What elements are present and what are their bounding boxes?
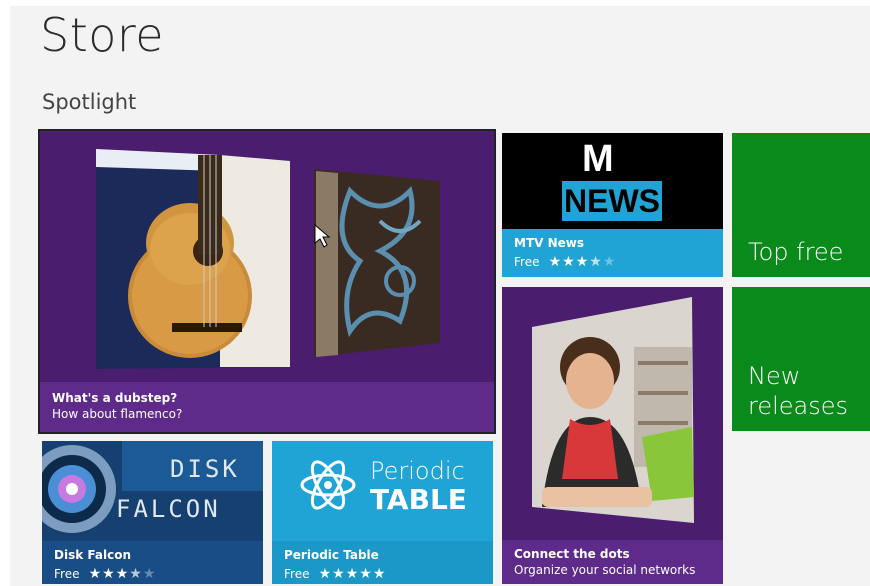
star-icon: ★ <box>142 566 157 582</box>
tile-spotlight-dubstep[interactable]: What's a dubstep? How about flamenco? <box>38 129 496 434</box>
mtv-title: MTV News <box>514 236 585 250</box>
star-icon: ★ <box>102 566 116 582</box>
star-icon: ★ <box>602 254 617 270</box>
disk-falcon-star-rating: ★★★★★ <box>89 566 157 582</box>
connect-subtitle: Organize your social networks <box>514 563 696 577</box>
mtv-star-rating: ★★★★★ <box>549 254 617 270</box>
section-heading-spotlight: Spotlight <box>42 90 137 114</box>
disk-falcon-title: Disk Falcon <box>54 548 131 562</box>
star-icon: ★ <box>115 566 130 582</box>
mtv-caption: MTV News Free ★★★★★ <box>502 229 723 277</box>
disk-falcon-logo-line1: DISK <box>170 455 240 483</box>
periodic-logo-line1: Periodic <box>370 457 465 485</box>
spotlight-subtitle: How about flamenco? <box>52 407 183 421</box>
periodic-star-rating: ★★★★★ <box>319 566 387 582</box>
star-icon: ★ <box>562 254 576 270</box>
periodic-logo-line2: TABLE <box>370 483 467 516</box>
star-icon: ★ <box>88 566 103 582</box>
mtv-price: Free <box>514 255 540 269</box>
disk-falcon-logo-line2: FALCON <box>116 495 221 523</box>
tile-connect-the-dots[interactable]: Connect the dots Organize your social ne… <box>502 287 723 584</box>
mtv-logo-news-text: NEWS <box>562 181 662 221</box>
connect-caption: Connect the dots Organize your social ne… <box>502 540 723 584</box>
connect-title: Connect the dots <box>514 547 630 561</box>
top-free-label: Top free <box>748 238 844 266</box>
star-icon: ★ <box>332 566 346 582</box>
star-icon: ★ <box>345 566 360 582</box>
top-edge <box>0 0 870 6</box>
new-releases-label-line2: releases <box>748 392 849 420</box>
star-icon: ★ <box>589 254 603 270</box>
mtv-news-logo: M NEWS <box>562 139 664 225</box>
periodic-rating: Free ★★★★★ <box>284 563 481 582</box>
star-icon: ★ <box>129 566 143 582</box>
periodic-price: Free <box>284 567 310 581</box>
mtv-logo-mark: M <box>582 138 614 180</box>
spotlight-title: What's a dubstep? <box>52 391 178 405</box>
guitar-collage-image <box>96 149 440 369</box>
star-icon: ★ <box>318 566 333 582</box>
tile-app-mtv-news[interactable]: M NEWS MTV News Free ★★★★★ <box>502 133 723 277</box>
disk-falcon-rating: Free ★★★★★ <box>54 563 251 582</box>
disk-falcon-price: Free <box>54 567 80 581</box>
tile-new-releases[interactable]: New releases <box>732 287 870 431</box>
disk-falcon-caption: Disk Falcon Free ★★★★★ <box>42 541 263 584</box>
star-icon: ★ <box>359 566 373 582</box>
student-laptop-image <box>532 297 694 523</box>
page-title: Store <box>40 8 165 62</box>
star-icon: ★ <box>372 566 387 582</box>
spotlight-caption: What's a dubstep? How about flamenco? <box>40 382 494 432</box>
new-releases-label-line1: New <box>748 362 801 390</box>
periodic-title: Periodic Table <box>284 548 379 562</box>
tile-app-periodic-table[interactable]: Periodic TABLE Periodic Table Free ★★★★★ <box>272 441 493 584</box>
mtv-rating: Free ★★★★★ <box>514 251 711 270</box>
left-edge <box>0 0 10 586</box>
tile-app-disk-falcon[interactable]: DISK FALCON Disk Falcon Free ★★★★★ <box>42 441 263 584</box>
star-icon: ★ <box>548 254 563 270</box>
tile-top-free[interactable]: Top free <box>732 133 870 277</box>
atom-icon <box>300 460 356 510</box>
star-icon: ★ <box>575 254 590 270</box>
periodic-caption: Periodic Table Free ★★★★★ <box>272 541 493 584</box>
